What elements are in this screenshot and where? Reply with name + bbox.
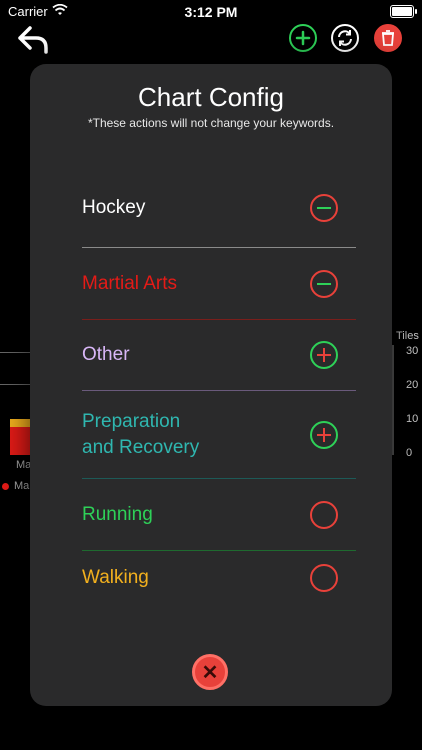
- status-bar: Carrier 3:12 PM: [0, 0, 422, 24]
- gridline: [0, 384, 30, 385]
- back-arrow-icon[interactable]: [16, 24, 50, 54]
- category-label-line: Preparation: [82, 410, 181, 432]
- tick-label: 10: [406, 413, 419, 425]
- clock: 3:12 PM: [184, 4, 238, 20]
- refresh-button[interactable]: [331, 24, 359, 52]
- add-icon[interactable]: [310, 341, 338, 369]
- trash-icon: [382, 30, 394, 46]
- category-label: Walking: [82, 566, 149, 588]
- chart-config-modal: Chart Config *These actions will not cha…: [30, 64, 392, 706]
- category-row-preparation-and-recovery[interactable]: Preparation and Recovery: [82, 391, 356, 479]
- remove-icon[interactable]: [310, 269, 338, 298]
- gridline: [0, 352, 30, 353]
- legend-dot: [2, 483, 9, 490]
- remove-icon[interactable]: [310, 500, 338, 529]
- add-icon[interactable]: [310, 420, 338, 449]
- refresh-icon: [338, 30, 352, 46]
- battery-icon: [390, 5, 417, 18]
- category-label: Martial Arts: [82, 272, 178, 294]
- delete-button[interactable]: [374, 24, 402, 52]
- category-label: Preparation and Recovery: [82, 409, 199, 461]
- category-row-running[interactable]: Running: [82, 479, 356, 551]
- category-label-line: and Recovery: [82, 436, 200, 458]
- category-label: Hockey: [82, 197, 146, 218]
- plus-icon: [295, 30, 311, 46]
- right-axis-title: Tiles: [396, 330, 419, 342]
- close-icon: ✕: [201, 662, 219, 684]
- close-button[interactable]: ✕: [192, 654, 228, 690]
- category-label: Other: [82, 344, 130, 365]
- remove-icon[interactable]: [310, 194, 338, 222]
- right-axis: [392, 345, 394, 455]
- add-button[interactable]: [289, 24, 317, 52]
- category-row-hockey[interactable]: Hockey: [82, 169, 356, 248]
- background-bar-label: Ma: [16, 459, 32, 471]
- tick-label: 0: [406, 447, 413, 459]
- modal-title: Chart Config: [138, 82, 284, 112]
- remove-icon[interactable]: [310, 563, 338, 592]
- category-label: Running: [82, 503, 153, 525]
- tick-label: 20: [406, 379, 419, 391]
- tick-label: 30: [406, 345, 419, 357]
- modal-subtitle: *These actions will not change your keyw…: [87, 116, 335, 130]
- background-legend-label: Ma: [14, 480, 30, 492]
- category-row-walking[interactable]: Walking: [82, 551, 356, 605]
- background-bar-top: [10, 419, 30, 427]
- category-row-martial-arts[interactable]: Martial Arts: [82, 248, 356, 320]
- category-row-other[interactable]: Other: [82, 320, 356, 391]
